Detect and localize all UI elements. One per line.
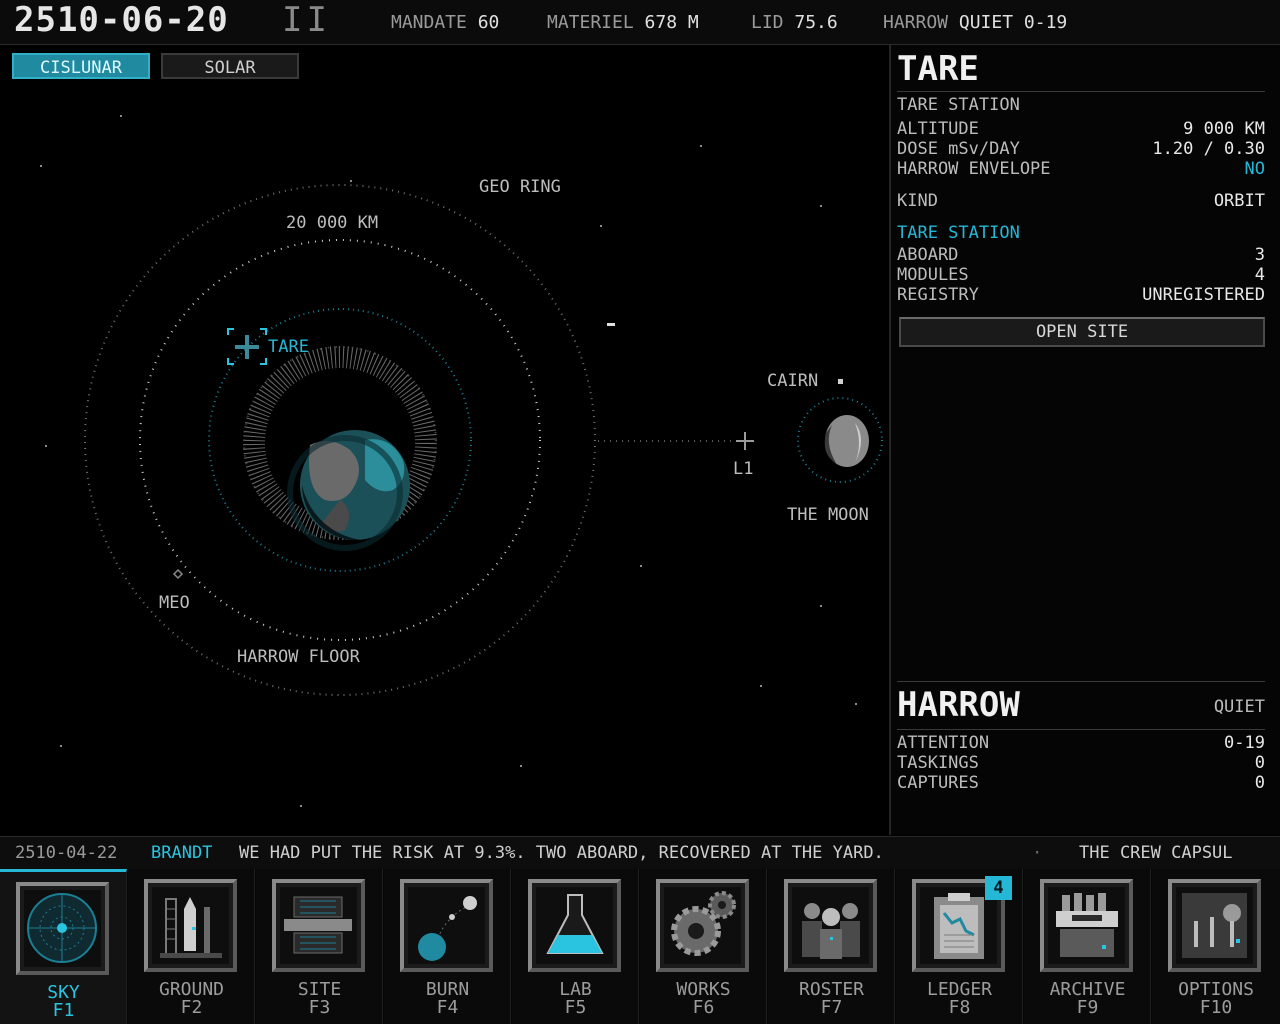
ledger-notification-badge: 4 xyxy=(985,876,1012,900)
tab-options[interactable]: OPTIONS F10 xyxy=(1152,869,1280,1024)
geo-ring-label: GEO RING xyxy=(479,177,561,197)
aboard-row: ABOARD 3 xyxy=(897,245,1265,265)
levers-icon xyxy=(1182,893,1247,958)
tab-burn[interactable]: BURN F4 xyxy=(384,869,511,1024)
harrow-stat: HARROW QUIET 0-19 xyxy=(883,12,1067,33)
tab-sky[interactable]: SKY F1 xyxy=(0,869,127,1024)
harrow-value: QUIET 0-19 xyxy=(958,12,1068,33)
tab-key: F1 xyxy=(52,1000,75,1021)
dose-row: DOSE mSv/DAY 1.20 / 0.30 xyxy=(897,139,1265,159)
info-panel: TARE TARE STATION ALTITUDE 9 000 KM DOSE… xyxy=(889,45,1280,835)
moon-label[interactable]: THE MOON xyxy=(787,505,869,525)
tab-key: F6 xyxy=(692,997,715,1018)
tab-key: F4 xyxy=(436,997,459,1018)
trajectory-icon xyxy=(418,896,477,961)
lid-value: 75.6 xyxy=(794,12,838,33)
taskings-row: TASKINGS 0 xyxy=(897,753,1265,773)
satellite-icon[interactable] xyxy=(607,323,615,326)
orbit-map-canvas[interactable] xyxy=(0,45,888,835)
tab-lab[interactable]: LAB F5 xyxy=(512,869,639,1024)
materiel-label: MATERIEL xyxy=(547,12,634,33)
cislunar-toggle[interactable]: CISLUNAR xyxy=(12,53,150,79)
site-subtitle: TARE STATION xyxy=(897,95,1020,115)
ticker-message: WE HAD PUT THE RISK AT 9.3%. TWO ABOARD,… xyxy=(239,843,884,863)
radar-icon xyxy=(27,893,97,963)
archive-machine-icon xyxy=(1056,893,1118,957)
cairn-marker-icon[interactable] xyxy=(838,379,843,384)
bottom-tab-bar: SKY F1 GROUND F2 SITE F3 BURN F4 LAB F5 … xyxy=(0,869,1280,1024)
lid-stat: LID 75.6 xyxy=(751,12,838,33)
tab-key: F7 xyxy=(820,997,843,1018)
modules-row: MODULES 4 xyxy=(897,265,1265,285)
harrow-state: QUIET xyxy=(1213,697,1265,717)
ticker-separator: · xyxy=(1032,843,1043,863)
game-speed-indicator[interactable]: II xyxy=(282,0,331,40)
attention-row: ATTENTION 0-19 xyxy=(897,733,1265,753)
mandate-stat: MANDATE 60 xyxy=(391,12,499,33)
news-ticker[interactable]: 2510-04-22 BRANDT WE HAD PUT THE RISK AT… xyxy=(0,836,1280,870)
earth-icon[interactable] xyxy=(287,430,410,551)
top-bar: 2510-06-20 II MANDATE 60 MATERIEL 678 M … xyxy=(0,0,1280,45)
altitude-row: ALTITUDE 9 000 KM xyxy=(897,119,1265,139)
tab-key: F5 xyxy=(564,997,587,1018)
site-title: TARE xyxy=(897,49,979,89)
game-date: 2510-06-20 xyxy=(14,0,229,40)
meo-label: MEO xyxy=(159,593,190,613)
tab-site[interactable]: SITE F3 xyxy=(256,869,383,1024)
tab-key: F3 xyxy=(308,997,331,1018)
station-icon xyxy=(284,896,352,954)
tab-roster[interactable]: ROSTER F7 xyxy=(768,869,895,1024)
crew-icon xyxy=(802,903,860,959)
materiel-value: 678 M xyxy=(644,12,699,33)
meo-marker-icon[interactable] xyxy=(172,568,184,580)
solar-toggle[interactable]: SOLAR xyxy=(161,53,299,79)
cairn-label[interactable]: CAIRN xyxy=(767,371,818,391)
tare-label[interactable]: TARE xyxy=(268,337,309,357)
tab-works[interactable]: WORKS F6 xyxy=(640,869,767,1024)
harrow-floor-label: HARROW FLOOR xyxy=(237,647,360,667)
tab-key: F10 xyxy=(1199,997,1233,1018)
materiel-stat: MATERIEL 678 M xyxy=(547,12,699,33)
harrow-label: HARROW xyxy=(883,12,949,33)
ticker-next: THE CREW CAPSUL xyxy=(1079,843,1233,863)
ticker-date: 2510-04-22 xyxy=(15,843,118,863)
l1-label: L1 xyxy=(733,459,754,479)
flask-icon xyxy=(546,894,604,954)
lid-label: LID xyxy=(751,12,784,33)
harrow-envelope-row: HARROW ENVELOPE NO xyxy=(897,159,1265,179)
kind-row: KIND ORBIT xyxy=(897,191,1265,211)
gears-icon xyxy=(671,891,736,956)
l1-cross-icon[interactable] xyxy=(736,432,754,450)
tare-marker-icon[interactable] xyxy=(227,328,267,365)
launch-pad-icon xyxy=(160,897,222,958)
station-heading[interactable]: TARE STATION xyxy=(897,223,1265,243)
ticker-speaker: BRANDT xyxy=(151,843,213,863)
captures-row: CAPTURES 0 xyxy=(897,773,1265,793)
tab-key: F8 xyxy=(948,997,971,1018)
tab-key: F2 xyxy=(180,997,203,1018)
moon-icon[interactable] xyxy=(824,415,869,467)
mandate-label: MANDATE xyxy=(391,12,467,33)
distance-label: 20 000 KM xyxy=(286,213,379,233)
open-site-button[interactable]: OPEN SITE xyxy=(899,317,1265,347)
registry-row: REGISTRY UNREGISTERED xyxy=(897,285,1265,305)
tab-ground[interactable]: GROUND F2 xyxy=(128,869,255,1024)
tab-key: F9 xyxy=(1076,997,1099,1018)
tab-archive[interactable]: ARCHIVE F9 xyxy=(1024,869,1151,1024)
mandate-value: 60 xyxy=(477,12,500,33)
orbit-map[interactable]: CISLUNAR SOLAR GEO RING 20 000 KM TARE C… xyxy=(0,45,888,835)
